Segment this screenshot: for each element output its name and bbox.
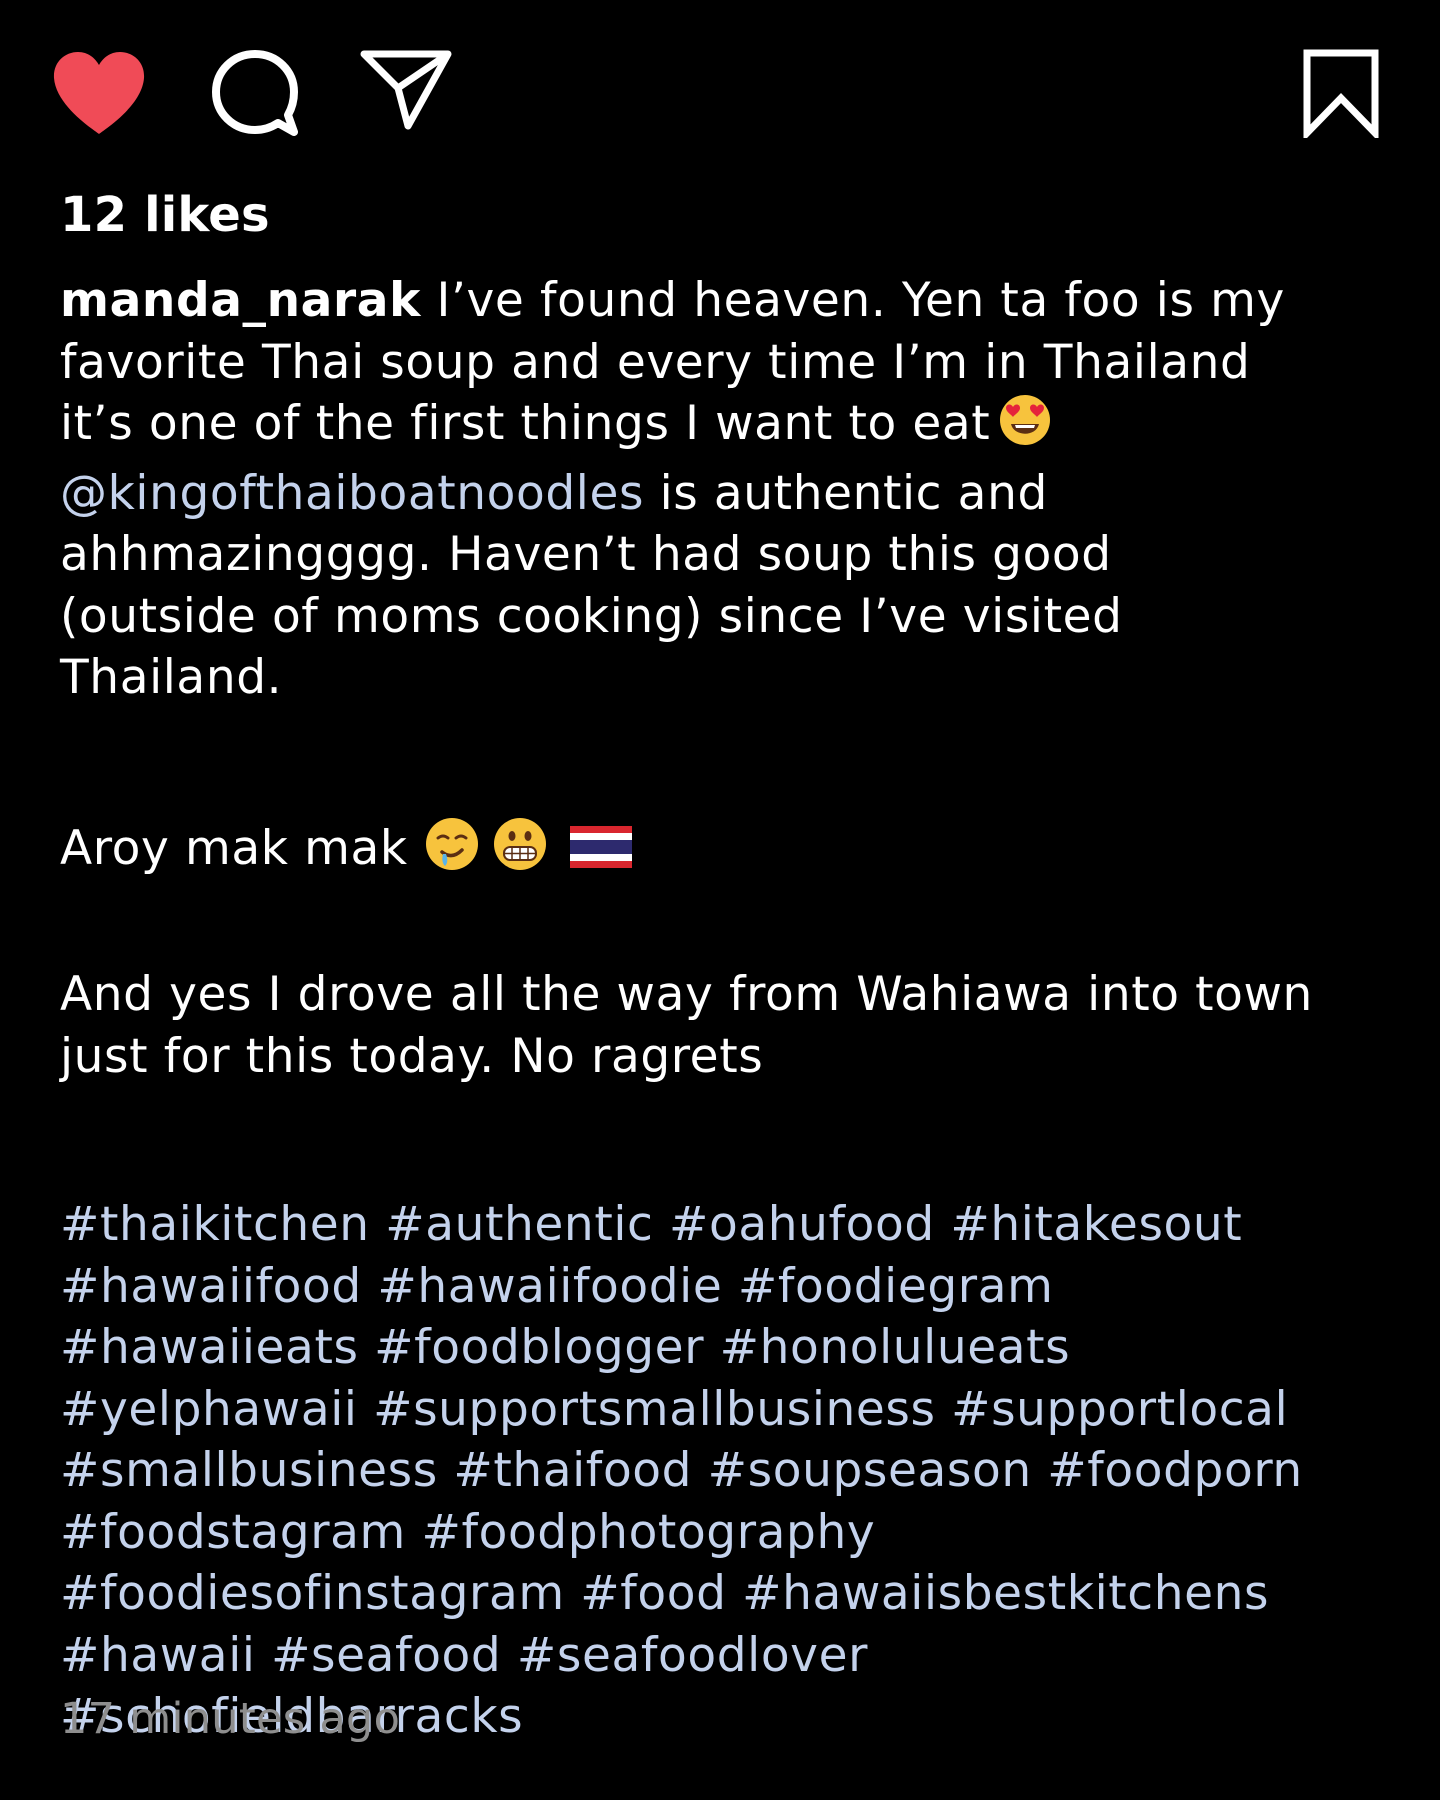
caption-line: Thailand.: [60, 650, 283, 705]
mention-link[interactable]: @kingofthaiboatnoodles: [60, 466, 644, 521]
post-caption: manda_narak I’ve found heaven. Yen ta fo…: [60, 270, 1400, 1748]
hashtag-line[interactable]: #foodiesofinstagram #food #hawaiisbestki…: [60, 1563, 1400, 1625]
caption-line: And yes I drove all the way from Wahiawa…: [60, 967, 1313, 1022]
caption-line: Aroy mak mak: [60, 816, 1400, 888]
drooling-face-emoji: [424, 816, 480, 888]
thailand-flag-emoji: [569, 822, 632, 884]
caption-text: Aroy mak mak: [60, 820, 408, 876]
bookmark-icon[interactable]: [1302, 48, 1380, 138]
heart-eyes-emoji: [998, 393, 1052, 463]
hashtag-line[interactable]: #hawaiieats #foodblogger #honolulueats: [60, 1317, 1400, 1379]
caption-text: is authentic and: [644, 465, 1048, 521]
likes-count[interactable]: 12 likes: [60, 184, 270, 246]
post-action-bar: [0, 0, 1440, 180]
caption-line: @kingofthaiboatnoodles is authentic and: [60, 463, 1400, 525]
hashtag-line[interactable]: #yelphawaii #supportsmallbusiness #suppo…: [60, 1379, 1400, 1441]
username-link[interactable]: manda_narak: [60, 273, 421, 328]
caption-line: manda_narak I’ve found heaven. Yen ta fo…: [60, 270, 1400, 332]
caption-line: (outside of moms cooking) since I’ve vis…: [60, 588, 1123, 644]
caption-line: just for this today. No ragrets: [60, 1028, 764, 1084]
hashtag-list: #thaikitchen #authentic #oahufood #hitak…: [60, 1194, 1400, 1748]
hashtag-line[interactable]: #hawaiifood #hawaiifoodie #foodiegram: [60, 1256, 1400, 1318]
caption-line: ahhmazingggg. Haven’t had soup this good: [60, 527, 1112, 582]
caption-line: it’s one of the first things I want to e…: [60, 393, 1400, 463]
caption-text: it’s one of the first things I want to e…: [60, 396, 991, 451]
grimacing-face-emoji: [492, 816, 548, 888]
post-timestamp: 17 minutes ago: [60, 1694, 401, 1744]
paper-plane-icon[interactable]: [360, 48, 452, 132]
hashtag-line[interactable]: #hawaii #seafood #seafoodlover: [60, 1625, 1400, 1687]
comment-bubble-icon[interactable]: [210, 48, 300, 138]
heart-filled-icon[interactable]: [52, 50, 146, 136]
hashtag-line[interactable]: #smallbusiness #thaifood #soupseason #fo…: [60, 1440, 1400, 1502]
caption-text: I’ve found heaven. Yen ta foo is my: [420, 273, 1285, 328]
caption-line: favorite Thai soup and every time I’m in…: [60, 334, 1251, 390]
hashtag-line[interactable]: #thaikitchen #authentic #oahufood #hitak…: [60, 1194, 1400, 1256]
hashtag-line[interactable]: #foodstagram #foodphotography: [60, 1502, 1400, 1564]
